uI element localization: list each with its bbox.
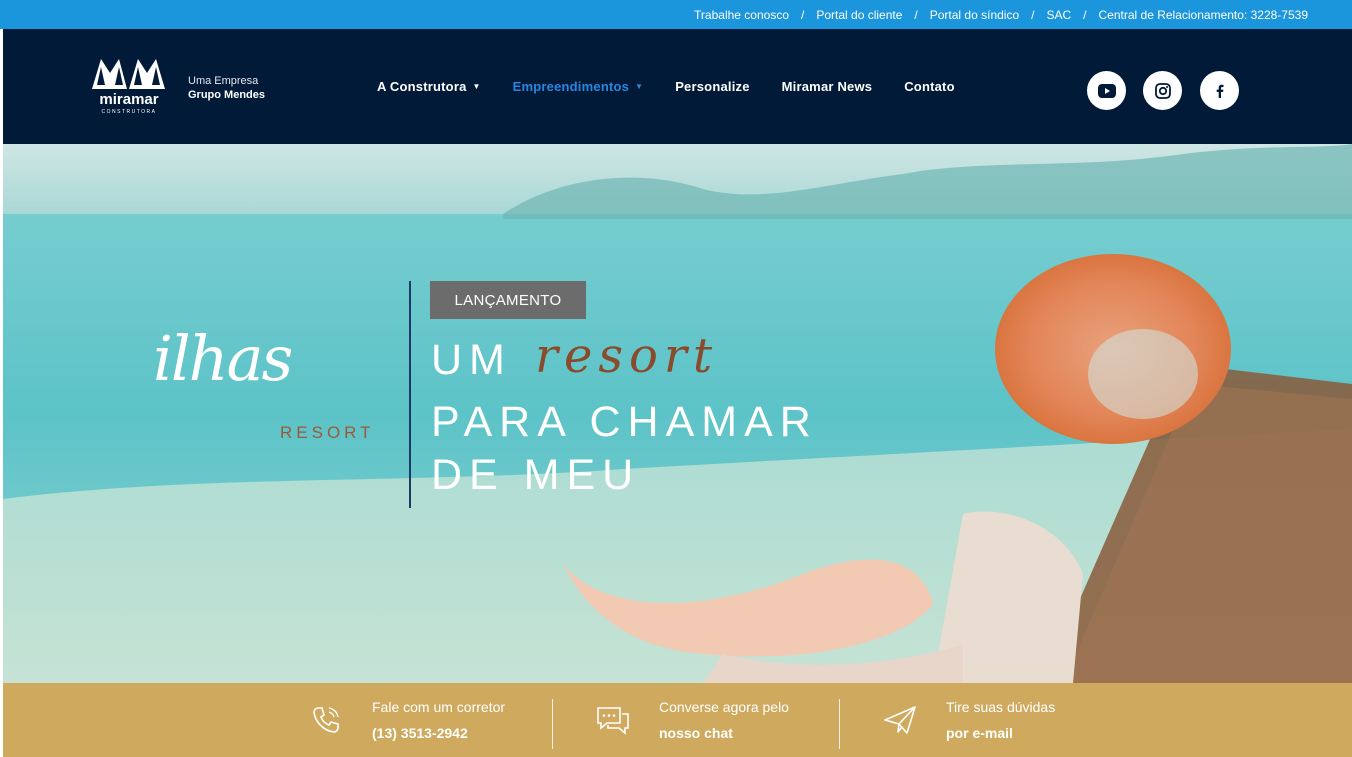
tagline-line-1: Uma Empresa: [188, 75, 259, 87]
separator: /: [1031, 7, 1035, 22]
miramar-logo-mark: miramar CONSTRUTORA: [92, 59, 165, 115]
separator: /: [914, 7, 918, 22]
main-header: miramar CONSTRUTORA Uma Empresa Grupo Me…: [3, 29, 1352, 144]
instagram-button[interactable]: [1143, 71, 1182, 110]
nav-item-a-construtora[interactable]: A Construtora ▼: [377, 79, 481, 94]
logo-brand: miramar: [99, 91, 158, 108]
contact-chat[interactable]: Converse agora pelo nosso chat: [595, 683, 789, 757]
instagram-icon: [1154, 82, 1171, 99]
utility-links: Trabalhe conosco / Portal do cliente / P…: [694, 0, 1308, 29]
top-utility-bar: Trabalhe conosco / Portal do cliente / P…: [0, 0, 1352, 29]
nav-label: Miramar News: [781, 79, 873, 94]
contact-phone-line1: Fale com um corretor: [372, 699, 506, 715]
link-central-relacionamento[interactable]: Central de Relacionamento: 3228-7539: [1099, 8, 1308, 22]
launch-badge: LANÇAMENTO: [430, 281, 586, 319]
headline-line-2: PARA CHAMAR: [431, 398, 818, 446]
headline-line-3: DE MEU: [431, 451, 641, 499]
link-portal-cliente[interactable]: Portal do cliente: [816, 8, 902, 22]
miramar-logo[interactable]: miramar CONSTRUTORA: [89, 55, 169, 117]
separator: /: [801, 7, 805, 22]
link-trabalhe-conosco[interactable]: Trabalhe conosco: [694, 8, 789, 22]
youtube-icon: [1097, 83, 1116, 98]
nav-label: Personalize: [675, 79, 750, 94]
contact-chat-line1: Converse agora pelo: [659, 699, 789, 715]
contact-phone[interactable]: Fale com um corretor (13) 3513-2942: [308, 683, 505, 757]
contact-email-line2: por e-mail: [946, 725, 1013, 741]
facebook-icon: [1216, 84, 1223, 98]
link-sac[interactable]: SAC: [1046, 8, 1071, 22]
headline-line-1: UM: [431, 336, 512, 384]
chevron-down-icon: ▼: [635, 82, 644, 91]
nav-label: A Construtora: [377, 79, 467, 94]
contact-chat-line2: nosso chat: [659, 725, 733, 741]
contact-email[interactable]: Tire suas dúvidas por e-mail: [882, 683, 1055, 757]
chevron-down-icon: ▼: [472, 82, 481, 91]
nav-label: Contato: [904, 79, 955, 94]
separator: /: [1083, 7, 1087, 22]
contact-divider: [839, 699, 840, 749]
resort-logo-label: RESORT: [280, 423, 375, 442]
group-tagline: Uma Empresa Grupo Mendes: [188, 74, 265, 102]
chat-icon: [595, 702, 631, 738]
hero-divider: [409, 281, 411, 508]
facebook-button[interactable]: [1200, 71, 1239, 110]
link-portal-sindico[interactable]: Portal do síndico: [930, 8, 1019, 22]
main-nav: A Construtora ▼ Empreendimentos ▼ Person…: [377, 79, 987, 94]
nav-item-empreendimentos[interactable]: Empreendimentos ▼: [513, 79, 644, 94]
youtube-button[interactable]: [1087, 71, 1126, 110]
headline-script-word: resort: [535, 328, 719, 384]
tagline-line-2: Grupo Mendes: [188, 89, 266, 101]
contact-bar: Fale com um corretor (13) 3513-2942 Conv…: [3, 683, 1352, 757]
contact-divider: [552, 699, 553, 749]
nav-item-personalize[interactable]: Personalize: [675, 79, 749, 94]
nav-label: Empreendimentos: [512, 79, 630, 94]
logo-sub: CONSTRUTORA: [101, 109, 156, 115]
send-icon: [882, 702, 918, 738]
contact-phone-number: (13) 3513-2942: [372, 725, 468, 741]
nav-item-contato[interactable]: Contato: [904, 79, 955, 94]
nav-item-miramar-news[interactable]: Miramar News: [782, 79, 873, 94]
hero-banner[interactable]: LANÇAMENTO ilhas RESORT UM resort PARA C…: [3, 144, 1352, 683]
contact-email-line1: Tire suas dúvidas: [946, 699, 1056, 715]
phone-icon: [308, 702, 344, 738]
ilhas-script-logo: ilhas: [153, 322, 293, 395]
